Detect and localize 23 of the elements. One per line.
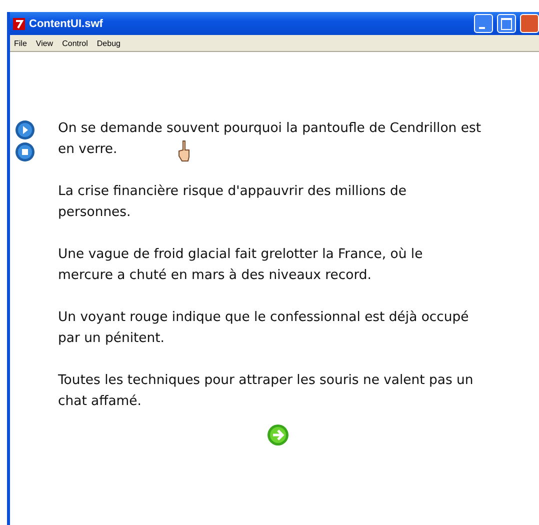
text-line: La crise financière risque d'appauvrir des millions de	[58, 183, 406, 201]
play-button[interactable]	[15, 120, 35, 140]
text-line: Toutes les techniques pour attraper les souris ne valent pas un	[58, 372, 474, 390]
window-title: ContentUI.swf	[29, 18, 104, 30]
text-line: chat affamé.	[58, 393, 142, 411]
text-line: Un voyant rouge indique que le confessionnal est déjà occupé	[58, 309, 469, 327]
text-line: On se demande souvent pourquoi la pantoufle de Cendrillon est	[58, 120, 481, 138]
menu-item[interactable]: File	[14, 38, 27, 48]
menu-item[interactable]: Control	[62, 38, 88, 48]
next-button[interactable]	[267, 424, 289, 446]
close-button[interactable]	[520, 14, 539, 33]
stop-button[interactable]	[15, 142, 35, 162]
text-line: personnes.	[58, 204, 131, 222]
menu-item[interactable]: Debug	[96, 38, 120, 48]
text-line: en verre.	[58, 141, 118, 159]
maximize-button[interactable]	[497, 14, 516, 33]
menu-item[interactable]: View	[36, 38, 54, 48]
app-icon	[13, 18, 25, 30]
hand-pointer-icon	[178, 140, 192, 162]
text-line: par un pénitent.	[58, 330, 164, 348]
text-line: Une vague de froid glacial fait grelotter la France, où le	[58, 246, 423, 264]
minimize-button[interactable]	[474, 14, 493, 33]
text-line: mercure a chuté en mars à des niveaux record.	[58, 267, 372, 285]
